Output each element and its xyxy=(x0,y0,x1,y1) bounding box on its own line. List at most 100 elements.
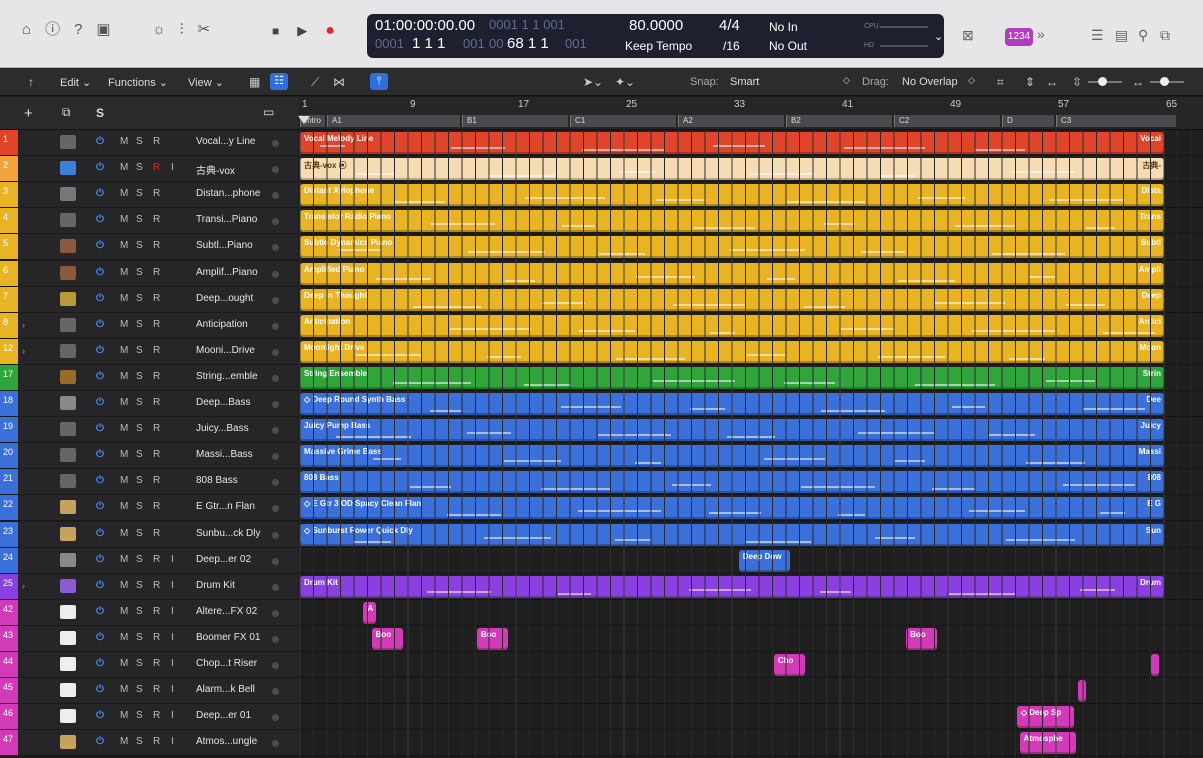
track-solo-button[interactable]: S xyxy=(136,684,143,695)
catch-icon[interactable]: ↑ xyxy=(28,75,34,89)
track-record-button[interactable]: R xyxy=(153,371,160,382)
track-header[interactable]: 20 ⏻ M S R Massi...Bass xyxy=(0,443,298,470)
disclosure-triangle-icon[interactable]: › xyxy=(22,581,25,591)
track-power-button[interactable]: ⏻ xyxy=(96,371,104,382)
track-record-button[interactable]: R xyxy=(153,528,160,539)
track-name[interactable]: Sunbu...ck Dly xyxy=(196,528,260,539)
track-lane[interactable]: Atmosphe xyxy=(298,730,1203,757)
vertical-zoom-thumb[interactable] xyxy=(1098,77,1107,86)
track-mute-button[interactable]: M xyxy=(120,606,128,617)
track-region[interactable]: Boo xyxy=(371,627,403,650)
track-header[interactable]: 17 ⏻ M S R String...emble xyxy=(0,364,298,391)
lcd-menu-chevron-icon[interactable]: ⌄ xyxy=(934,30,943,43)
arrangement-marker[interactable]: B2 xyxy=(786,115,892,127)
track-lane[interactable]: String Ensemble Strin xyxy=(298,364,1203,391)
horizontal-fit-icon[interactable]: ↔ xyxy=(1046,75,1058,89)
track-mute-button[interactable]: M xyxy=(120,240,128,251)
hzoom-slider-icon[interactable]: ↔ xyxy=(1132,75,1144,89)
duplicate-track-icon[interactable]: ⧉ xyxy=(62,105,71,120)
track-solo-button[interactable]: S xyxy=(136,319,143,330)
track-power-button[interactable]: ⏻ xyxy=(96,684,104,695)
track-mute-button[interactable]: M xyxy=(120,162,128,173)
play-button[interactable]: ▶ xyxy=(297,23,307,39)
track-region[interactable]: Deep Dow xyxy=(738,549,791,572)
track-name[interactable]: Juicy...Bass xyxy=(196,423,249,434)
more-chevron[interactable]: » xyxy=(1037,26,1045,42)
track-region[interactable]: Boo xyxy=(906,627,938,650)
track-solo-button[interactable]: S xyxy=(136,554,143,565)
track-settings-icon[interactable]: ▭ xyxy=(263,105,274,119)
track-record-button[interactable]: R xyxy=(153,423,160,434)
arrangement-marker[interactable]: B1 xyxy=(462,115,568,127)
track-name[interactable]: Amplif...Piano xyxy=(196,267,258,278)
info-icon[interactable]: ⓘ xyxy=(45,22,60,37)
track-power-button[interactable]: ⏻ xyxy=(96,528,104,539)
track-power-button[interactable]: ⏻ xyxy=(96,475,104,486)
track-record-button[interactable]: R xyxy=(153,475,160,486)
track-solo-button[interactable]: S xyxy=(136,658,143,669)
track-lane[interactable]: 808 Bass 808 xyxy=(298,469,1203,496)
fx-icon[interactable]: ⫯ xyxy=(370,73,388,90)
vertical-zoom-slider[interactable] xyxy=(1088,77,1122,86)
track-solo-button[interactable]: S xyxy=(136,580,143,591)
track-solo-button[interactable]: S xyxy=(136,449,143,460)
track-region[interactable]: Subtle Dynamics Piano Subtl xyxy=(300,236,1164,259)
track-power-button[interactable]: ⏻ xyxy=(96,267,104,278)
track-mute-button[interactable]: M xyxy=(120,397,128,408)
track-input-monitor-button[interactable]: I xyxy=(171,606,174,617)
track-lane[interactable]: ◇ E Gtr 3 OD Spacy Clean Flan E G xyxy=(298,495,1203,522)
track-record-button[interactable]: R xyxy=(153,188,160,199)
track-mute-button[interactable]: M xyxy=(120,371,128,382)
track-region[interactable]: Cho xyxy=(773,654,805,676)
track-region[interactable]: ◇ Sunburst Power Quick Dly Sun xyxy=(300,523,1164,546)
track-input-monitor-button[interactable]: I xyxy=(171,684,174,695)
track-lane[interactable]: Deep Dow xyxy=(298,547,1203,574)
track-lane[interactable]: A xyxy=(298,599,1203,626)
track-record-button[interactable]: R xyxy=(153,736,160,747)
track-mute-button[interactable]: M xyxy=(120,214,128,225)
waveform-zoom-icon[interactable]: ⇕ xyxy=(1025,75,1035,89)
list-editors-icon[interactable]: ☰ xyxy=(1091,27,1104,44)
add-track-button[interactable]: + xyxy=(24,105,33,122)
track-region[interactable]: Transistor Radio Piano Trans xyxy=(300,210,1164,233)
track-header[interactable]: 23 ⏻ M S R Sunbu...ck Dly xyxy=(0,521,298,548)
track-region[interactable] xyxy=(1150,654,1159,676)
track-input-monitor-button[interactable]: I xyxy=(171,710,174,721)
track-power-button[interactable]: ⏻ xyxy=(96,240,104,251)
track-name[interactable]: Deep...ought xyxy=(196,293,253,304)
track-name[interactable]: 古典-vox xyxy=(196,162,235,177)
track-region[interactable]: Anticipation Antici xyxy=(300,314,1164,337)
automation-icon[interactable]: ⟋ xyxy=(311,75,319,90)
track-region[interactable]: Distant Xylophone Dista xyxy=(300,184,1164,207)
track-power-button[interactable]: ⏻ xyxy=(96,214,104,225)
track-name[interactable]: Altere...FX 02 xyxy=(196,606,257,617)
track-lane[interactable]: Cho xyxy=(298,652,1203,679)
track-mute-button[interactable]: M xyxy=(120,554,128,565)
track-solo-button[interactable]: S xyxy=(136,136,143,147)
track-solo-button[interactable]: S xyxy=(136,371,143,382)
track-name[interactable]: Anticipation xyxy=(196,319,248,330)
track-mute-button[interactable]: M xyxy=(120,684,128,695)
track-mute-button[interactable]: M xyxy=(120,188,128,199)
track-solo-button[interactable]: S xyxy=(136,501,143,512)
track-record-button[interactable]: R xyxy=(153,501,160,512)
track-power-button[interactable]: ⏻ xyxy=(96,345,104,356)
track-input-monitor-button[interactable]: I xyxy=(171,554,174,565)
search-icon[interactable]: ⚲ xyxy=(1138,27,1148,44)
track-name[interactable]: 808 Bass xyxy=(196,475,238,486)
arrangement-marker[interactable]: D xyxy=(1002,115,1054,127)
secondary-tool-icon[interactable]: ✦⌄ xyxy=(615,75,635,89)
horizontal-zoom-thumb[interactable] xyxy=(1160,77,1169,86)
inbox-icon[interactable]: ⌂ xyxy=(22,22,31,37)
view-menu[interactable]: View ⌄ xyxy=(188,76,224,89)
arrangement-marker[interactable]: C3 xyxy=(1056,115,1176,127)
track-record-button[interactable]: R xyxy=(153,240,160,251)
track-region[interactable]: ◇ Deep Round Synth Bass Dee xyxy=(300,393,1164,415)
track-name[interactable]: Boomer FX 01 xyxy=(196,632,260,643)
track-solo-button[interactable]: S xyxy=(136,345,143,356)
track-name[interactable]: Drum Kit xyxy=(196,580,235,591)
track-header[interactable]: 45 ⏻ M S R I Alarm...k Bell xyxy=(0,678,298,705)
track-lane[interactable]: Distant Xylophone Dista xyxy=(298,182,1203,209)
stop-button[interactable]: ■ xyxy=(272,24,279,38)
track-name[interactable]: Subtl...Piano xyxy=(196,240,253,251)
